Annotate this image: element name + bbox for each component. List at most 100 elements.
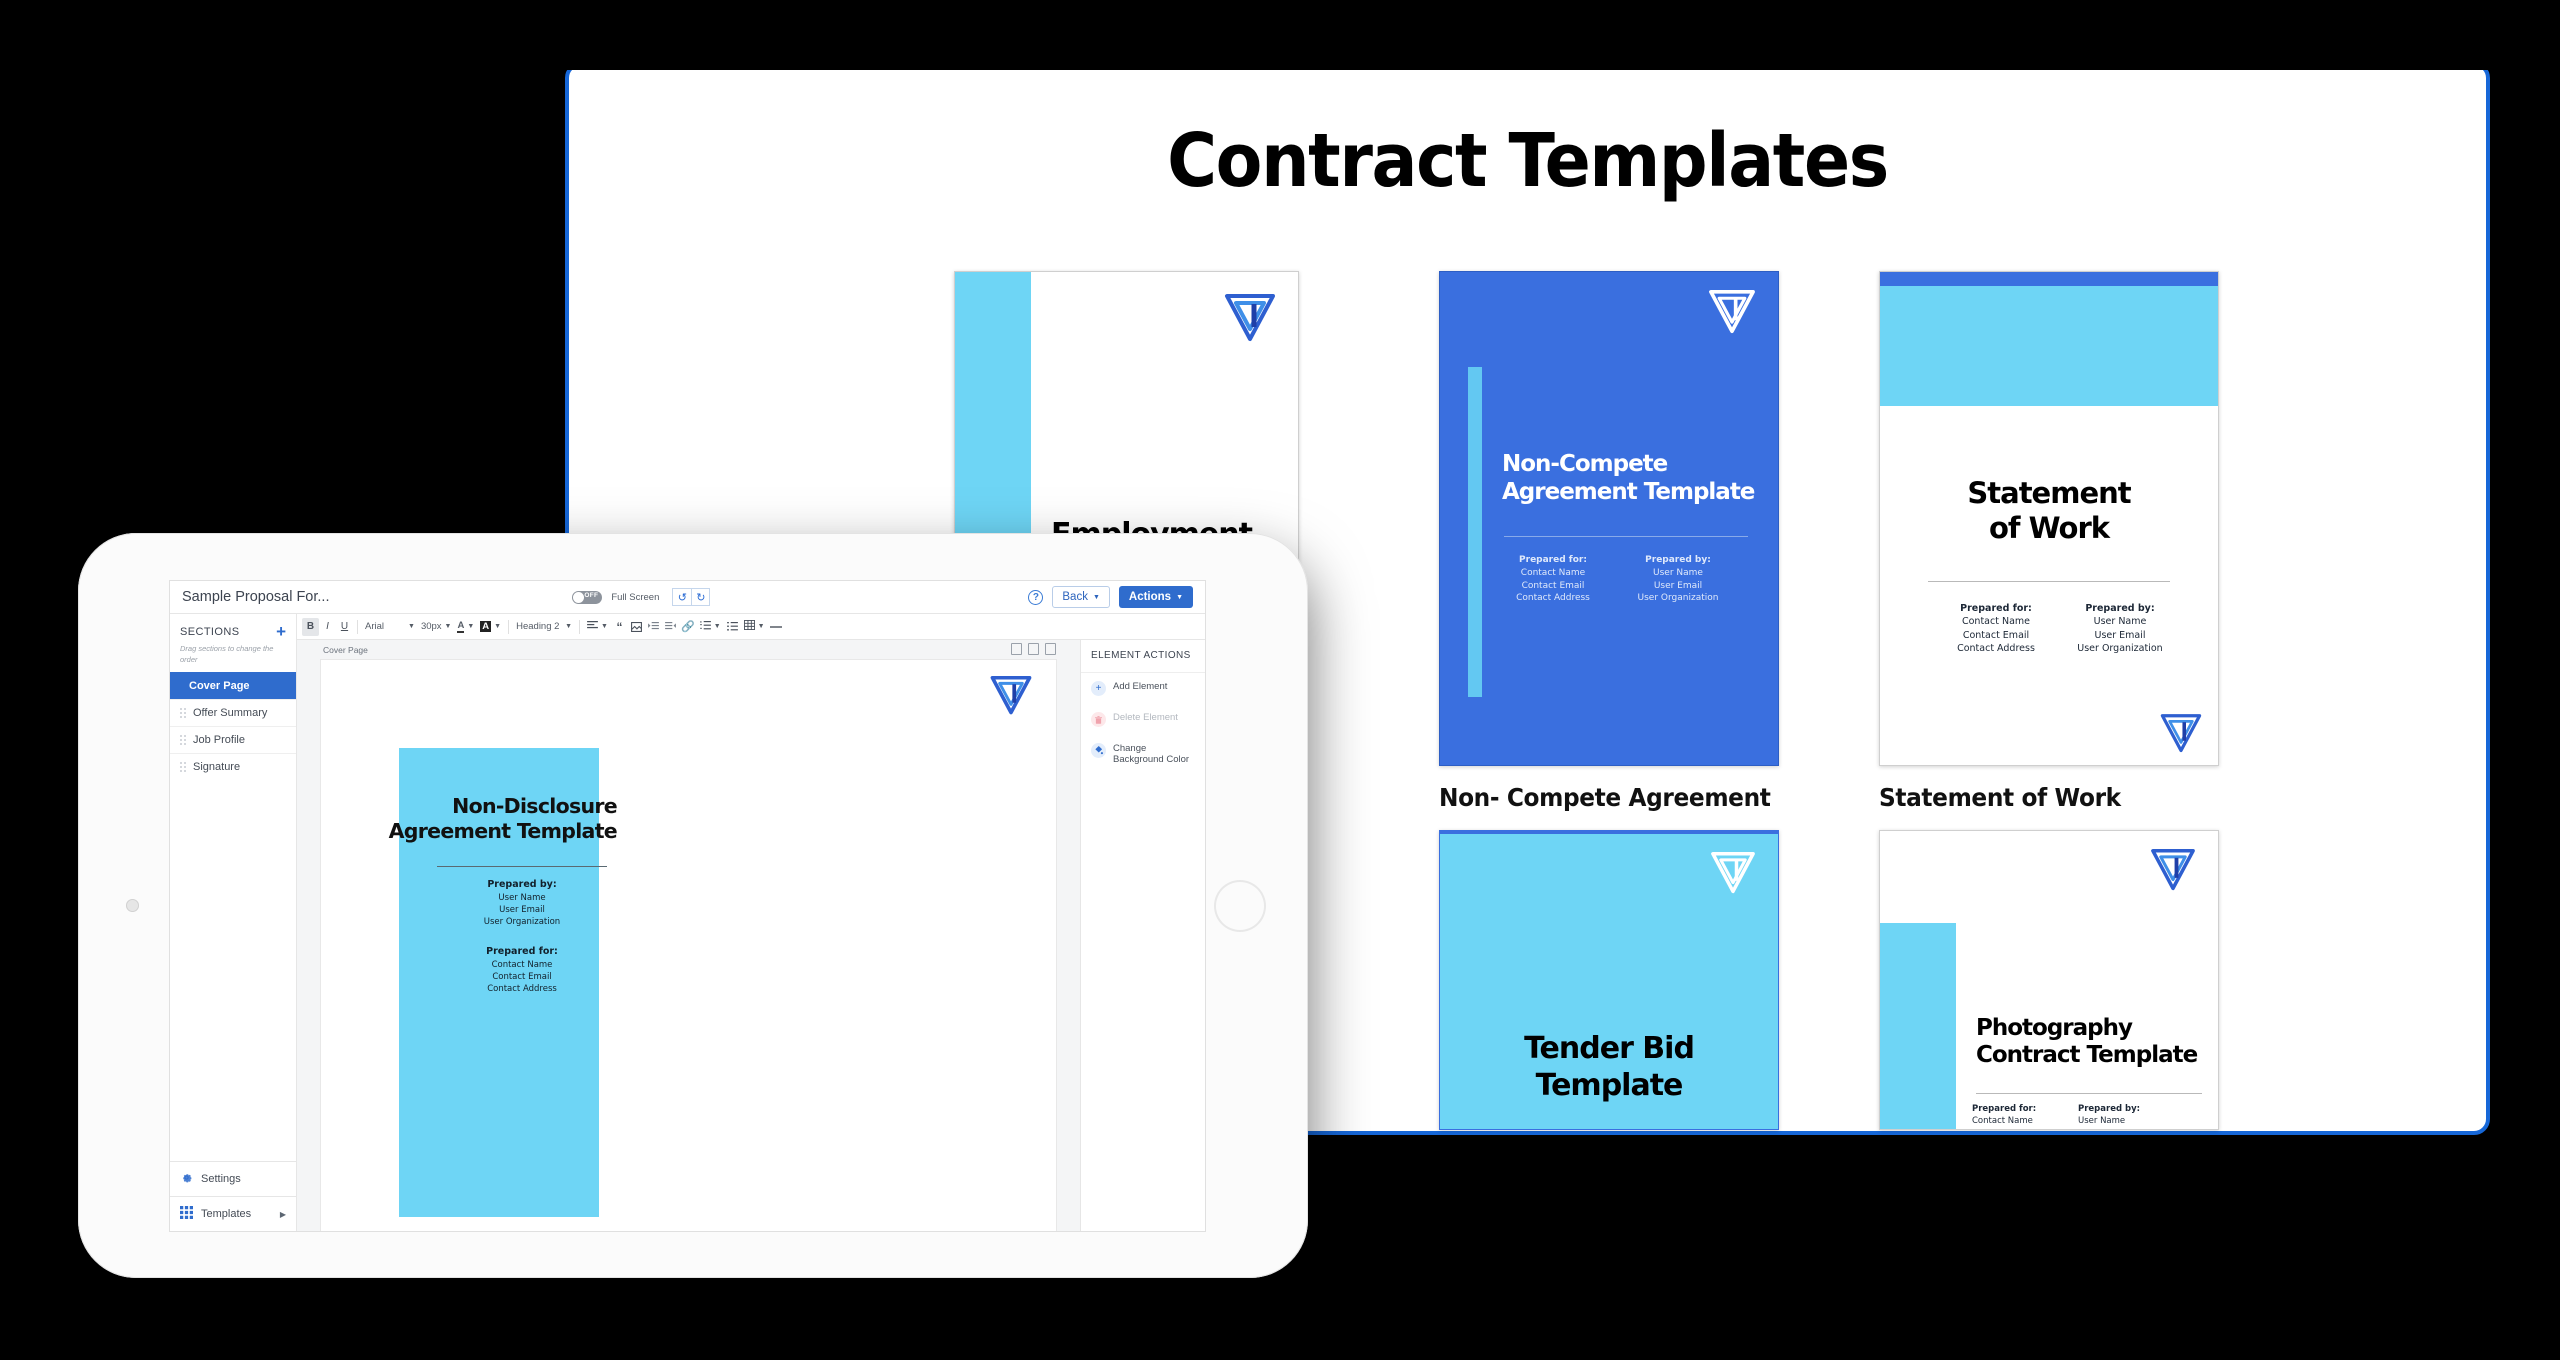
template-preview-non-compete[interactable]: Non-Compete Agreement Template Prepared … xyxy=(1439,271,1779,766)
add-element-action[interactable]: + Add Element xyxy=(1081,673,1205,704)
chevron-down-icon: ▼ xyxy=(494,623,502,630)
toggle-knob xyxy=(573,591,585,603)
text-color-picker[interactable]: A ▼ xyxy=(454,620,477,633)
template-preview-photography[interactable]: Photography Contract Template Prepared f… xyxy=(1879,830,2219,1130)
contact-name: Contact Name xyxy=(1520,567,1586,578)
prepared-by-label: Prepared by: xyxy=(487,879,557,890)
align-button[interactable]: ▼ xyxy=(584,620,611,633)
bullet-list-icon[interactable] xyxy=(724,618,741,636)
outdent-icon[interactable] xyxy=(662,618,679,636)
duplicate-page-icon[interactable] xyxy=(1011,643,1022,655)
fullscreen-label: Full Screen xyxy=(611,591,660,603)
template-card-photography[interactable]: Photography Contract Template Prepared f… xyxy=(1879,830,2219,1130)
text-color-icon: A xyxy=(457,620,465,633)
template-label-non-compete: Non- Compete Agreement xyxy=(1439,783,1771,812)
contact-name: Contact Name xyxy=(1961,616,2030,628)
sidebar-item-offer-summary[interactable]: Offer Summary xyxy=(170,699,296,726)
cover-page-document[interactable]: Non-Disclosure Agreement Template Prepar… xyxy=(321,660,1056,1231)
editor-area: B I U Arial ▼ 30px ▼ A ▼ A ▼ Heading 2 ▼… xyxy=(297,614,1205,1231)
prepared-for-block: Prepared for: Contact Name xyxy=(1972,1103,2072,1127)
underline-button[interactable]: U xyxy=(336,618,353,636)
fullscreen-toggle[interactable]: OFF xyxy=(572,590,603,604)
cyan-band xyxy=(1880,286,2218,406)
blockquote-icon[interactable]: “ xyxy=(611,618,628,636)
chevron-down-icon: ▼ xyxy=(601,623,608,630)
sidebar-item-label: Offer Summary xyxy=(193,707,268,719)
help-icon[interactable]: ? xyxy=(1028,589,1044,605)
sections-heading: SECTIONS xyxy=(180,625,240,638)
sections-hint: Drag sections to change the order xyxy=(180,644,274,664)
prepared-for-block: Prepared for: Contact Name Contact Email… xyxy=(1498,554,1608,605)
divider xyxy=(1928,581,2170,582)
accent-bar xyxy=(1468,367,1482,697)
template-preview-statement-of-work[interactable]: Statement of Work Prepared for: Contact … xyxy=(1879,271,2219,766)
top-accent-bar xyxy=(1880,272,2218,286)
highlight-color-picker[interactable]: A ▼ xyxy=(477,621,504,632)
tablet-device: Sample Proposal For... OFF Full Screen ↺… xyxy=(78,533,1308,1278)
italic-button[interactable]: I xyxy=(319,618,336,636)
prepared-by-block: Prepared by: User Name User Email User O… xyxy=(2058,602,2182,656)
trash-icon xyxy=(1091,712,1106,727)
delete-page-icon[interactable] xyxy=(1045,643,1056,655)
canvas-wrap: Cover Page Non-Disclosure Agreement Temp… xyxy=(297,640,1205,1231)
chevron-down-icon: ▼ xyxy=(408,623,415,630)
template-heading-line1: Tender Bid xyxy=(1524,1031,1695,1066)
contact-email: Contact Email xyxy=(1962,629,2030,641)
table-icon xyxy=(743,620,755,633)
user-email: User Email xyxy=(499,905,545,916)
template-heading-line1: Non-Compete xyxy=(1502,451,1668,477)
sidebar-item-settings[interactable]: Settings xyxy=(170,1161,296,1196)
chevron-down-icon: ▼ xyxy=(1092,593,1100,601)
prepared-for-block[interactable]: Prepared for: Contact Name Contact Email… xyxy=(437,945,607,996)
document-heading[interactable]: Non-Disclosure Agreement Template xyxy=(327,794,618,843)
tablet-screen: Sample Proposal For... OFF Full Screen ↺… xyxy=(170,581,1205,1231)
page-title: Contract Templates xyxy=(1167,118,1889,204)
font-family-select[interactable]: Arial ▼ xyxy=(362,621,418,632)
prepared-for-label: Prepared for: xyxy=(486,946,558,957)
drag-handle-icon[interactable] xyxy=(180,735,187,745)
template-card-tender-bid[interactable]: Tender Bid Template xyxy=(1439,830,1779,1130)
sidebar-item-cover-page[interactable]: Cover Page xyxy=(170,672,296,699)
back-button[interactable]: Back ▼ xyxy=(1052,586,1110,608)
sidebar-item-signature[interactable]: Signature xyxy=(170,753,296,780)
document-name[interactable]: Sample Proposal For... xyxy=(182,589,330,605)
link-icon[interactable]: 🔗 xyxy=(679,618,697,636)
user-name: User Name xyxy=(2078,1116,2126,1127)
user-name: User Name xyxy=(498,892,546,903)
template-preview-tender-bid[interactable]: Tender Bid Template xyxy=(1439,830,1779,1130)
divider xyxy=(437,866,607,867)
tablet-home-button[interactable] xyxy=(1214,879,1266,932)
header-actions: OFF Full Screen ↺ ↻ ? Back ▼ Actions ▼ xyxy=(572,586,1193,608)
ordered-list-button[interactable]: ▼ xyxy=(697,620,724,633)
back-button-label: Back xyxy=(1062,591,1088,603)
insert-image-icon[interactable] xyxy=(628,618,645,636)
font-size-select[interactable]: 30px ▼ xyxy=(418,621,455,632)
horizontal-rule-icon[interactable] xyxy=(768,618,785,636)
table-button[interactable]: ▼ xyxy=(741,620,768,633)
contact-address: Contact Address xyxy=(487,984,557,995)
prepared-by-block[interactable]: Prepared by: User Name User Email User O… xyxy=(437,878,607,929)
add-element-label: Add Element xyxy=(1113,681,1168,692)
drag-handle-icon[interactable] xyxy=(180,708,187,718)
template-card-non-compete[interactable]: Non-Compete Agreement Template Prepared … xyxy=(1439,271,1795,812)
add-section-icon[interactable]: + xyxy=(276,623,286,640)
gear-icon xyxy=(180,1171,193,1187)
sidebar-item-templates[interactable]: Templates ▶ xyxy=(170,1196,296,1231)
redo-icon[interactable]: ↻ xyxy=(691,588,711,606)
paragraph-style-select[interactable]: Heading 2 ▼ xyxy=(513,621,575,632)
add-page-icon[interactable] xyxy=(1028,643,1039,655)
indent-icon[interactable] xyxy=(645,618,662,636)
divider xyxy=(1976,1093,2202,1094)
bold-button[interactable]: B xyxy=(302,617,319,636)
prepared-by-label: Prepared by: xyxy=(2078,1104,2141,1114)
element-actions-heading: ELEMENT ACTIONS xyxy=(1081,640,1205,673)
paint-bucket-icon xyxy=(1091,743,1106,758)
undo-icon[interactable]: ↺ xyxy=(672,588,692,606)
drag-handle-icon[interactable] xyxy=(180,762,187,772)
template-card-statement-of-work[interactable]: Statement of Work Prepared for: Contact … xyxy=(1879,271,2219,812)
change-background-color-action[interactable]: Change Background Color xyxy=(1081,735,1205,773)
sidebar-item-job-profile[interactable]: Job Profile xyxy=(170,726,296,753)
delete-element-action[interactable]: Delete Element xyxy=(1081,704,1205,735)
app-header: Sample Proposal For... OFF Full Screen ↺… xyxy=(170,581,1205,614)
actions-button[interactable]: Actions ▼ xyxy=(1118,586,1193,608)
